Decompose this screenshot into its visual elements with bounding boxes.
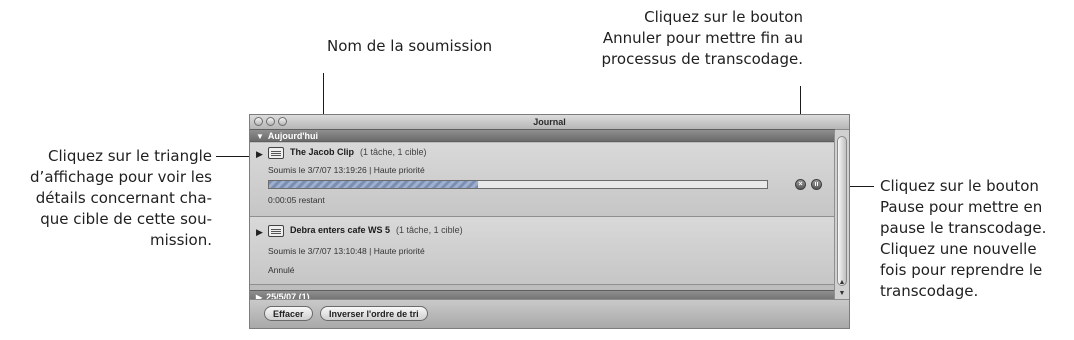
scroll-down-arrow-icon[interactable]: ▼	[835, 289, 849, 299]
window-title: Journal	[533, 117, 566, 127]
job-submitted: Soumis le 3/7/07 13:19:26 | Haute priori…	[268, 165, 425, 175]
job-count: (1 tâche, 1 cible)	[396, 225, 463, 235]
footer-bar: Effacer Inverser l'ordre de tri	[250, 299, 849, 328]
scroll-thumb[interactable]	[837, 136, 847, 286]
job-status: Annulé	[268, 265, 295, 275]
job-name: Debra enters cafe WS 5 (1 tâche, 1 cible)	[290, 225, 463, 235]
job-row[interactable]: ▶ The Jacob Clip (1 tâche, 1 cible) Soumi…	[250, 143, 835, 217]
name-callout: Nom de la soumission	[327, 37, 493, 55]
job-row[interactable]: ▶ Debra enters cafe WS 5 (1 tâche, 1 cibl…	[250, 217, 835, 285]
vertical-scrollbar[interactable]: ▲ ▼	[834, 130, 849, 300]
cancel-button[interactable]: ×	[795, 179, 806, 190]
job-status: 0:00:05 restant	[268, 195, 325, 205]
job-batch-icon	[268, 147, 284, 159]
group-header-today[interactable]: ▼ Aujourd'hui	[250, 129, 835, 142]
job-count: (1 tâche, 1 cible)	[360, 147, 427, 157]
scroll-up-arrow-icon[interactable]: ▲	[835, 278, 849, 288]
journal-window: Journal ▼ Aujourd'hui ▶ The Jacob Clip (1 …	[249, 114, 850, 329]
title-bar[interactable]: Journal	[250, 115, 849, 130]
job-submitted: Soumis le 3/7/07 13:10:48 | Haute priori…	[268, 246, 425, 256]
disclosure-triangle-icon[interactable]: ▶	[256, 227, 263, 238]
progress-fill	[269, 181, 479, 188]
group-label: Aujourd'hui	[267, 131, 319, 141]
job-name: The Jacob Clip (1 tâche, 1 cible)	[290, 147, 427, 157]
disclosure-open-icon[interactable]: ▼	[256, 130, 264, 143]
triangle-callout: Cliquez sur le triangle d’affichage pour…	[30, 147, 212, 249]
progress-bar	[268, 180, 768, 189]
job-batch-icon	[268, 225, 284, 237]
reverse-sort-button[interactable]: Inverser l'ordre de tri	[320, 306, 428, 321]
job-name-text: The Jacob Clip	[290, 147, 355, 157]
job-name-text: Debra enters cafe WS 5	[290, 225, 391, 235]
pause-button[interactable]: ıı	[811, 179, 822, 190]
pause-callout: Cliquez sur le bouton Pause pour mettre …	[880, 177, 1047, 300]
disclosure-triangle-icon[interactable]: ▶	[256, 149, 263, 160]
clear-button[interactable]: Effacer	[264, 306, 313, 321]
cancel-callout: Cliquez sur le bouton Annuler pour mettr…	[601, 8, 803, 68]
